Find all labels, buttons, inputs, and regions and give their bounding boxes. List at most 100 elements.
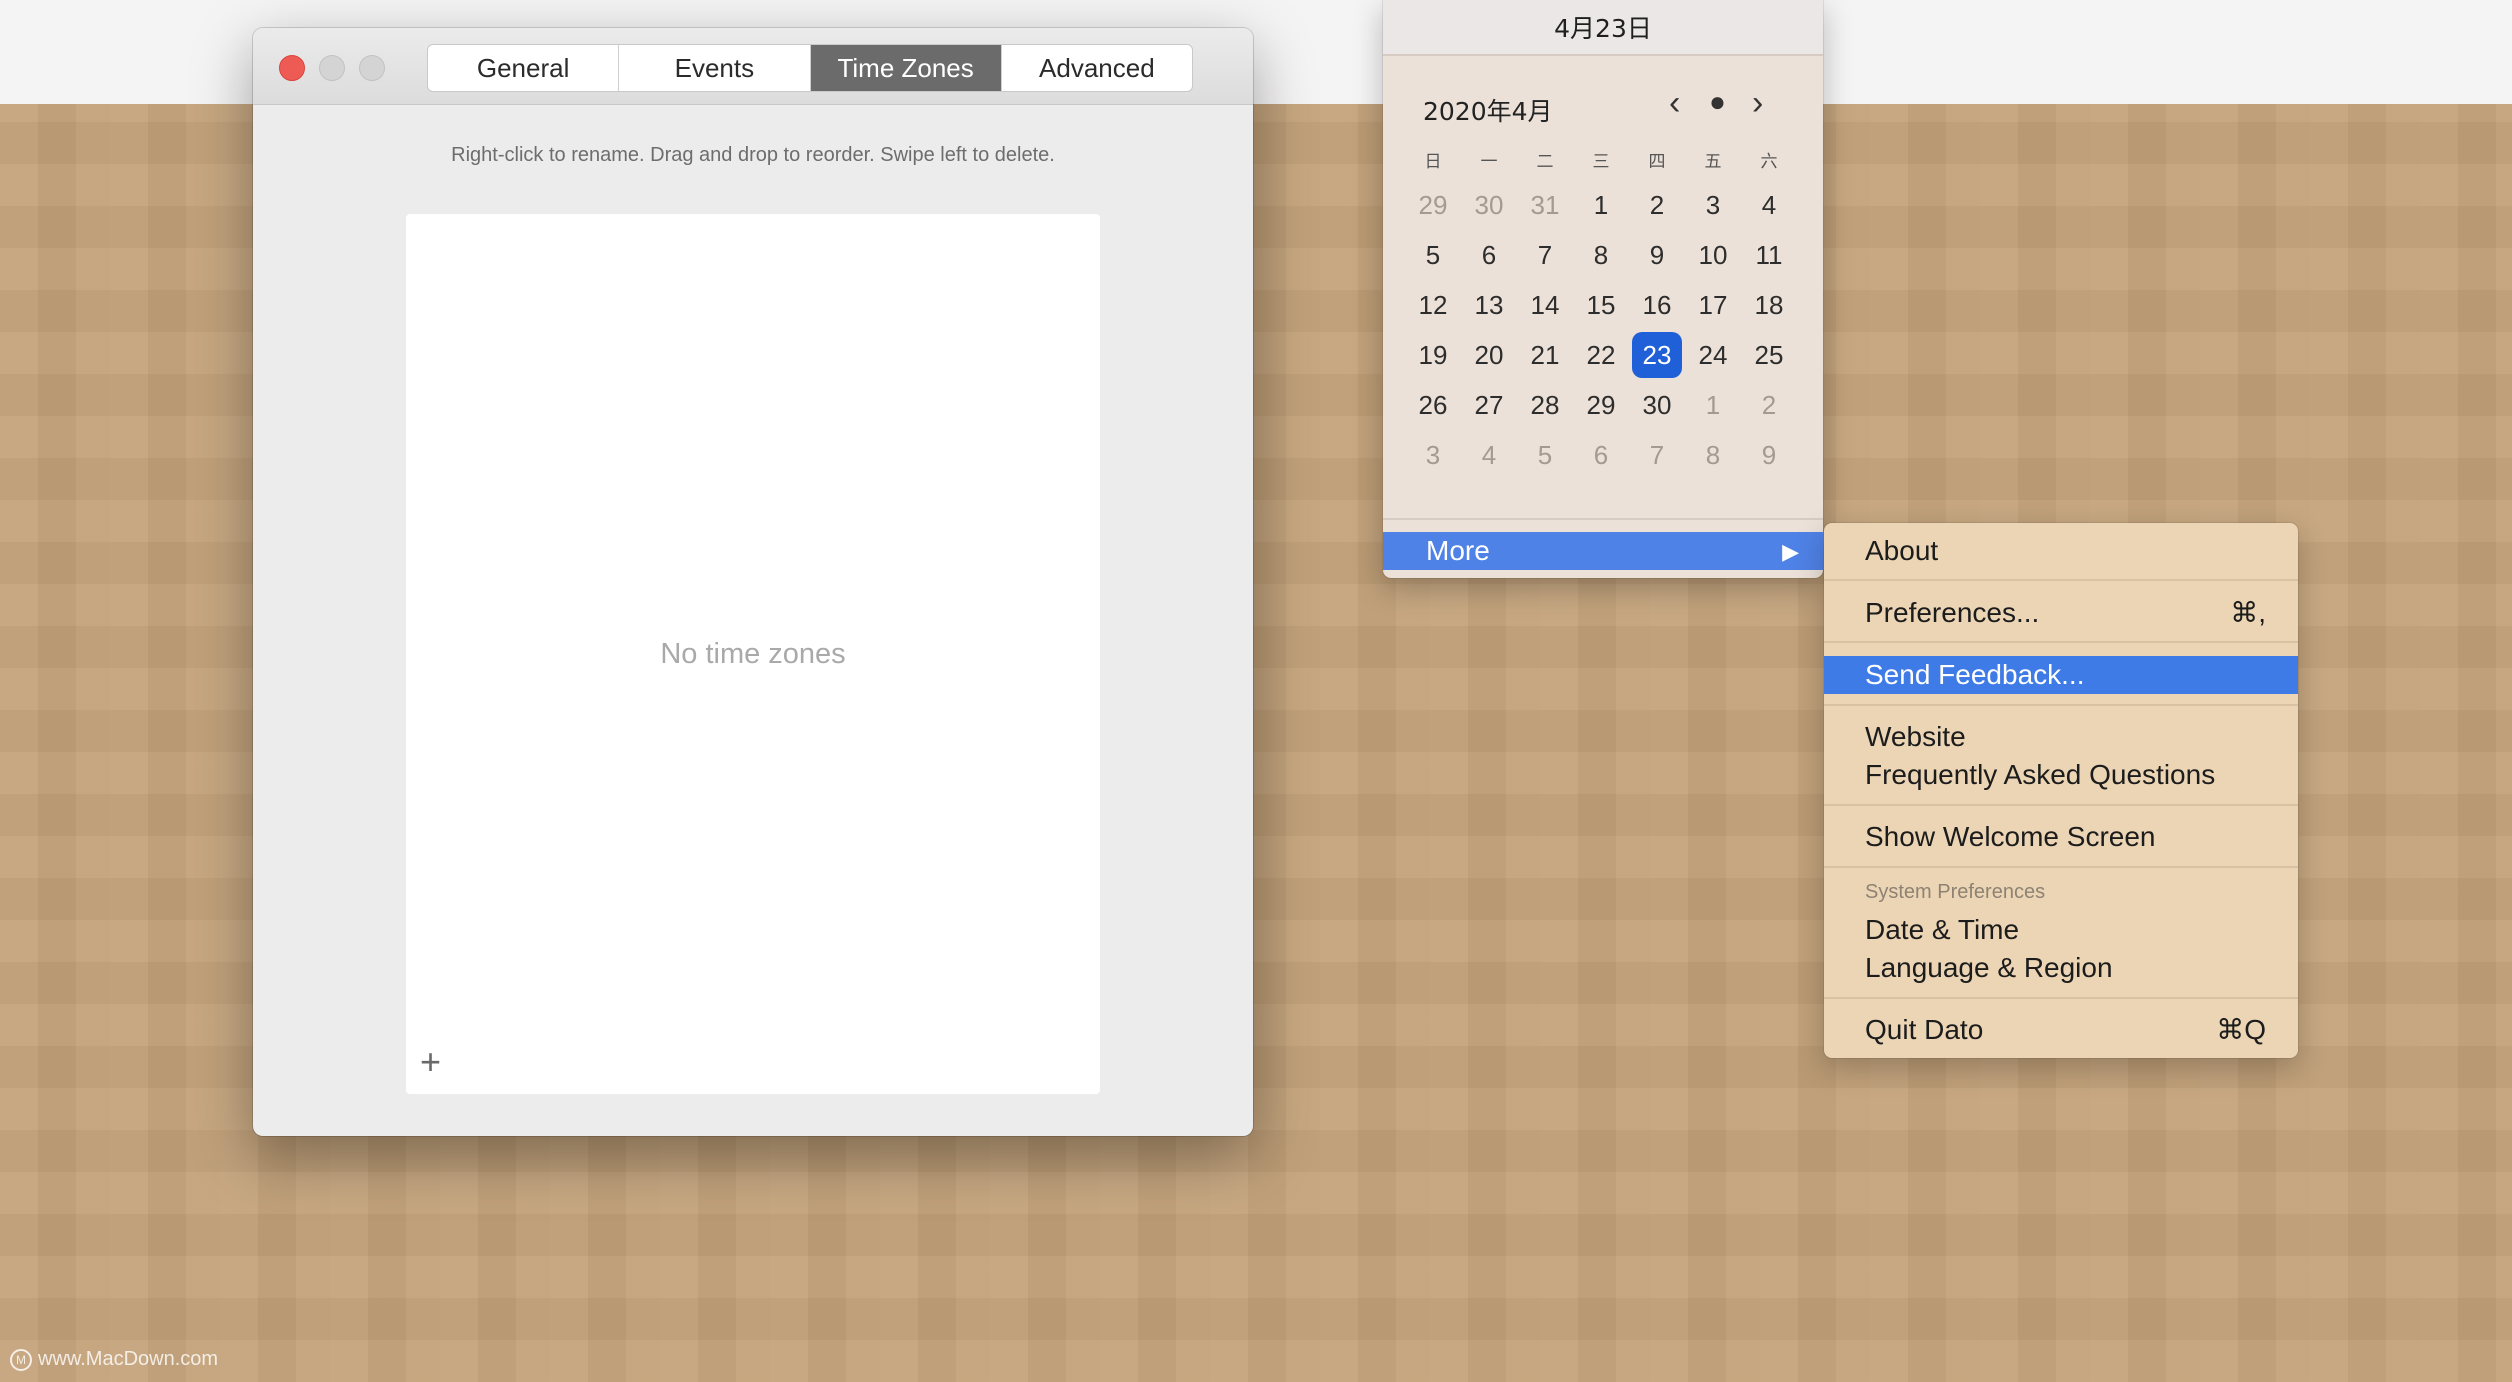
time-zones-list[interactable]: No time zones + <box>406 214 1100 1094</box>
calendar-popover: 4月23日 2020年4月 ‹ ● › 日 一 二 三 四 五 六 29 30 … <box>1383 0 1823 578</box>
calendar-day[interactable]: 26 <box>1405 383 1461 427</box>
group-header: System Preferences <box>1865 881 2046 903</box>
calendar-day[interactable]: 31 <box>1517 183 1573 227</box>
calendar-day[interactable]: 4 <box>1461 433 1517 477</box>
calendar-day[interactable]: 19 <box>1405 333 1461 377</box>
weekday-label: 三 <box>1592 152 1610 172</box>
weekday-label: 四 <box>1648 152 1666 172</box>
more-label: More <box>1426 535 1490 566</box>
weekday-label: 六 <box>1760 152 1778 172</box>
calendar-day[interactable]: 8 <box>1685 433 1741 477</box>
shortcut-label: ⌘Q <box>2216 1014 2266 1045</box>
weekday-header: 日 一 二 三 四 五 六 <box>1405 147 1797 172</box>
separator <box>1824 997 2298 999</box>
minimize-button[interactable] <box>319 55 345 81</box>
calendar-day[interactable]: 2 <box>1629 183 1685 227</box>
calendar-week: 19 20 21 22 23 24 25 <box>1405 332 1797 378</box>
submenu-arrow-icon: ▶ <box>1782 539 1799 564</box>
calendar-day[interactable]: 3 <box>1685 183 1741 227</box>
calendar-week: 3 4 5 6 7 8 9 <box>1405 433 1797 477</box>
menu-item-send-feedback[interactable]: Send Feedback... <box>1824 656 2298 694</box>
add-time-zone-button[interactable]: + <box>420 1044 441 1080</box>
calendar-day[interactable]: 29 <box>1405 183 1461 227</box>
calendar-day[interactable]: 9 <box>1741 433 1797 477</box>
menu-item-label: Website <box>1865 721 1966 752</box>
calendar-day[interactable]: 4 <box>1741 183 1797 227</box>
calendar-day[interactable]: 17 <box>1685 283 1741 327</box>
calendar-day[interactable]: 6 <box>1573 433 1629 477</box>
calendar-day[interactable]: 9 <box>1629 233 1685 277</box>
watermark-logo-icon: M <box>10 1348 32 1371</box>
calendar-day[interactable]: 1 <box>1573 183 1629 227</box>
menu-item-welcome-screen[interactable]: Show Welcome Screen <box>1824 818 2298 856</box>
menu-item-date-time[interactable]: Date & Time <box>1824 911 2298 949</box>
menu-item-label: About <box>1865 535 1939 566</box>
menu-item-about[interactable]: About <box>1824 532 2298 570</box>
chevron-right-icon[interactable]: › <box>1752 86 1763 120</box>
current-date-header: 4月23日 <box>1383 0 1823 56</box>
tab-advanced[interactable]: Advanced <box>1002 45 1192 91</box>
tab-events[interactable]: Events <box>619 45 811 91</box>
calendar-week: 12 13 14 15 16 17 18 <box>1405 283 1797 327</box>
calendar-day[interactable]: 14 <box>1517 283 1573 327</box>
calendar-day[interactable]: 8 <box>1573 233 1629 277</box>
calendar-day[interactable]: 7 <box>1629 433 1685 477</box>
instructions-text: Right-click to rename. Drag and drop to … <box>451 144 1055 166</box>
calendar-day[interactable]: 10 <box>1685 233 1741 277</box>
calendar-day[interactable]: 7 <box>1517 233 1573 277</box>
calendar-day-today[interactable]: 23 <box>1629 332 1685 378</box>
separator <box>1383 518 1823 520</box>
calendar-day[interactable]: 3 <box>1405 433 1461 477</box>
more-submenu: About Preferences... ⌘, Send Feedback...… <box>1824 523 2298 1058</box>
watermark: M www.MacDown.com <box>10 1348 218 1371</box>
calendar-day[interactable]: 30 <box>1629 383 1685 427</box>
tab-time-zones[interactable]: Time Zones <box>810 45 1002 91</box>
calendar-day[interactable]: 11 <box>1741 233 1797 277</box>
calendar-day[interactable]: 30 <box>1461 183 1517 227</box>
calendar-day[interactable]: 5 <box>1517 433 1573 477</box>
calendar-day[interactable]: 6 <box>1461 233 1517 277</box>
chevron-left-icon[interactable]: ‹ <box>1669 86 1680 120</box>
menu-item-label: Preferences... <box>1865 597 2040 628</box>
menu-item-label: Send Feedback... <box>1865 659 2085 690</box>
close-button[interactable] <box>279 55 305 81</box>
calendar-day[interactable]: 1 <box>1685 383 1741 427</box>
tab-general[interactable]: General <box>428 45 620 91</box>
calendar-day[interactable]: 15 <box>1573 283 1629 327</box>
calendar-day[interactable]: 13 <box>1461 283 1517 327</box>
calendar-day[interactable]: 24 <box>1685 333 1741 377</box>
menu-item-faq[interactable]: Frequently Asked Questions <box>1824 756 2298 794</box>
menu-item-quit[interactable]: Quit Dato ⌘Q <box>1824 1011 2298 1049</box>
calendar-day[interactable]: 20 <box>1461 333 1517 377</box>
calendar-week: 26 27 28 29 30 1 2 <box>1405 383 1797 427</box>
today-dot-icon[interactable]: ● <box>1709 88 1726 116</box>
separator <box>1824 704 2298 706</box>
calendar-day[interactable]: 25 <box>1741 333 1797 377</box>
calendar-day[interactable]: 16 <box>1629 283 1685 327</box>
calendar-day[interactable]: 12 <box>1405 283 1461 327</box>
calendar-day[interactable]: 27 <box>1461 383 1517 427</box>
calendar-week: 29 30 31 1 2 3 4 <box>1405 183 1797 227</box>
calendar-day[interactable]: 5 <box>1405 233 1461 277</box>
empty-state-text: No time zones <box>660 638 846 670</box>
menu-item-label: Language & Region <box>1865 952 2113 983</box>
calendar-day[interactable]: 18 <box>1741 283 1797 327</box>
menu-item-preferences[interactable]: Preferences... ⌘, <box>1824 594 2298 632</box>
weekday-label: 五 <box>1704 152 1722 172</box>
calendar-day[interactable]: 21 <box>1517 333 1573 377</box>
calendar-day[interactable]: 2 <box>1741 383 1797 427</box>
weekday-label: 一 <box>1480 152 1498 172</box>
calendar-day[interactable]: 22 <box>1573 333 1629 377</box>
calendar-day[interactable]: 29 <box>1573 383 1629 427</box>
calendar-day[interactable]: 28 <box>1517 383 1573 427</box>
title-bar: General Events Time Zones Advanced <box>253 28 1253 105</box>
zoom-button[interactable] <box>359 55 385 81</box>
menu-item-language-region[interactable]: Language & Region <box>1824 949 2298 987</box>
today-day-number: 23 <box>1632 332 1682 378</box>
weekday-label: 日 <box>1424 152 1442 172</box>
preferences-window: General Events Time Zones Advanced Right… <box>253 28 1253 1136</box>
separator <box>1824 579 2298 581</box>
more-menu-item[interactable]: More ▶ <box>1383 532 1823 570</box>
menu-item-website[interactable]: Website <box>1824 718 2298 756</box>
menu-item-label: Frequently Asked Questions <box>1865 759 2216 790</box>
